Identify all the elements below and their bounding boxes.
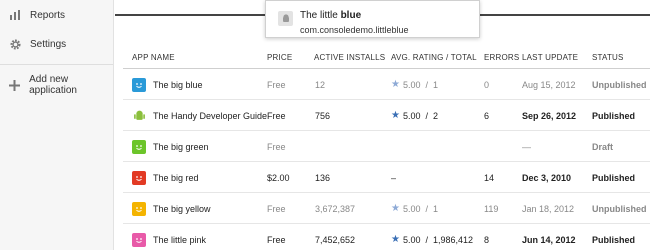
- sidebar-item-label: Add new application: [29, 74, 77, 96]
- sidebar-item-settings[interactable]: Settings: [8, 35, 66, 53]
- column-header-avg-rating[interactable]: AVG. RATING / TOTAL: [391, 53, 477, 62]
- status-badge: Unpublished: [592, 79, 647, 90]
- rating-total: 1,986,412: [433, 234, 474, 245]
- last-update-cell: Dec 3, 2010: [522, 172, 572, 183]
- installs-cell: 136: [315, 172, 331, 183]
- table-row[interactable]: The little pink Free 7,452,652 ★ 5.00/1,986,…: [123, 224, 650, 250]
- rating-value: 5.00: [402, 203, 421, 214]
- star-icon: ★: [391, 79, 400, 90]
- rating-total: 1: [433, 79, 439, 90]
- column-header-active-installs[interactable]: ACTIVE INSTALLS: [314, 53, 385, 62]
- status-badge: Published: [592, 110, 636, 121]
- status-badge: Unpublished: [592, 203, 647, 214]
- tooltip-package-name: com.consoledemo.littleblue: [300, 25, 409, 35]
- app-name-cell[interactable]: The big green: [132, 131, 209, 162]
- last-update-cell: Jun 14, 2012: [522, 234, 576, 245]
- android-face-icon: [132, 201, 146, 216]
- chart-icon: [8, 8, 22, 22]
- errors-cell: 119: [484, 203, 499, 214]
- price-cell: Free: [267, 203, 286, 214]
- rating-value: 5.00: [402, 110, 421, 121]
- star-icon: ★: [391, 110, 400, 121]
- plus-icon: [8, 78, 21, 92]
- app-name: The big green: [153, 141, 209, 152]
- android-face-icon: [132, 77, 146, 92]
- sidebar-item-label: Reports: [30, 9, 66, 21]
- table-row[interactable]: The big blue Free 12 ★ 5.00/1 0 Aug 15, 2012 Un…: [123, 69, 650, 100]
- rating-cell: ★ 5.00/1: [391, 203, 439, 214]
- rating-total: 2: [433, 110, 439, 121]
- android-robot-icon: [278, 11, 293, 26]
- tooltip-title: The little blue: [300, 10, 361, 21]
- app-name: The big red: [153, 172, 199, 183]
- price-cell: Free: [267, 110, 286, 121]
- tooltip-title-prefix: The little: [300, 10, 338, 21]
- status-badge: Published: [592, 172, 636, 183]
- last-update-cell: Aug 15, 2012: [522, 79, 576, 90]
- app-name-cell[interactable]: The big yellow: [132, 193, 211, 224]
- android-face-icon: [132, 139, 146, 154]
- installs-cell: 7,452,652: [315, 234, 356, 245]
- app-name: The little pink: [153, 234, 207, 245]
- android-face-icon: [132, 170, 146, 185]
- errors-cell: 6: [484, 110, 490, 121]
- status-badge: Draft: [592, 141, 614, 152]
- price-cell: Free: [267, 234, 286, 245]
- column-header-app-name[interactable]: APP NAME: [132, 53, 175, 62]
- app-name-cell[interactable]: The big red: [132, 162, 199, 193]
- rating-total: 1: [433, 203, 439, 214]
- installs-cell: 3,672,387: [315, 203, 356, 214]
- column-header-last-update[interactable]: LAST UPDATE: [522, 53, 578, 62]
- status-badge: Published: [592, 234, 636, 245]
- sidebar-item-add-new-application[interactable]: Add new application: [8, 74, 113, 96]
- sidebar-divider: [0, 64, 113, 65]
- android-face-icon: [132, 232, 146, 247]
- star-icon: ★: [391, 203, 400, 214]
- app-name: The big blue: [153, 79, 203, 90]
- rating-cell: –: [391, 162, 396, 193]
- main-content: The little blue com.consoledemo.littlebl…: [115, 0, 650, 250]
- price-cell: Free: [267, 141, 286, 152]
- installs-cell: 12: [315, 79, 326, 90]
- rating-cell: ★ 5.00/2: [391, 110, 439, 121]
- sidebar: Reports Settings Add new application: [0, 0, 114, 250]
- column-header-errors[interactable]: ERRORS: [484, 53, 519, 62]
- rating-value: –: [391, 172, 397, 183]
- last-update-cell: —: [522, 141, 531, 152]
- price-cell: Free: [267, 79, 286, 90]
- errors-cell: 8: [484, 234, 490, 245]
- android-robot-icon: [132, 108, 146, 123]
- installs-cell: 756: [315, 110, 331, 121]
- star-icon: ★: [391, 234, 400, 245]
- app-tooltip: The little blue com.consoledemo.littlebl…: [265, 0, 480, 38]
- table-row[interactable]: The big yellow Free 3,672,387 ★ 5.00/1 119 Jan…: [123, 193, 650, 224]
- table-row[interactable]: The Handy Developer Guide Free 756 ★ 5.00/2 6…: [123, 100, 650, 131]
- column-header-status[interactable]: STATUS: [592, 53, 624, 62]
- last-update-cell: Jan 18, 2012: [522, 203, 575, 214]
- app-name: The big yellow: [153, 203, 211, 214]
- app-name-cell[interactable]: The Handy Developer Guide: [132, 100, 267, 131]
- sidebar-item-reports[interactable]: Reports: [8, 6, 65, 24]
- gear-icon: [8, 37, 22, 51]
- errors-cell: 0: [484, 79, 490, 90]
- tooltip-title-bold: blue: [340, 10, 362, 21]
- sidebar-item-label: Settings: [30, 38, 67, 50]
- price-cell: $2.00: [267, 172, 290, 183]
- rating-value: 5.00: [402, 234, 421, 245]
- rating-cell: ★ 5.00/1,986,412: [391, 234, 474, 245]
- rating-cell: ★ 5.00/1: [391, 79, 439, 90]
- column-header-price[interactable]: PRICE: [267, 53, 292, 62]
- table-row[interactable]: The big red $2.00 136 – 14 Dec 3, 2010 Publish…: [123, 162, 650, 193]
- rating-value: 5.00: [402, 79, 421, 90]
- app-name-cell[interactable]: The little pink: [132, 224, 206, 250]
- app-name-cell[interactable]: The big blue: [132, 69, 203, 100]
- table-row[interactable]: The big green Free — Draft: [123, 131, 650, 162]
- app-name: The Handy Developer Guide: [153, 110, 268, 121]
- last-update-cell: Sep 26, 2012: [522, 110, 577, 121]
- errors-cell: 14: [484, 172, 495, 183]
